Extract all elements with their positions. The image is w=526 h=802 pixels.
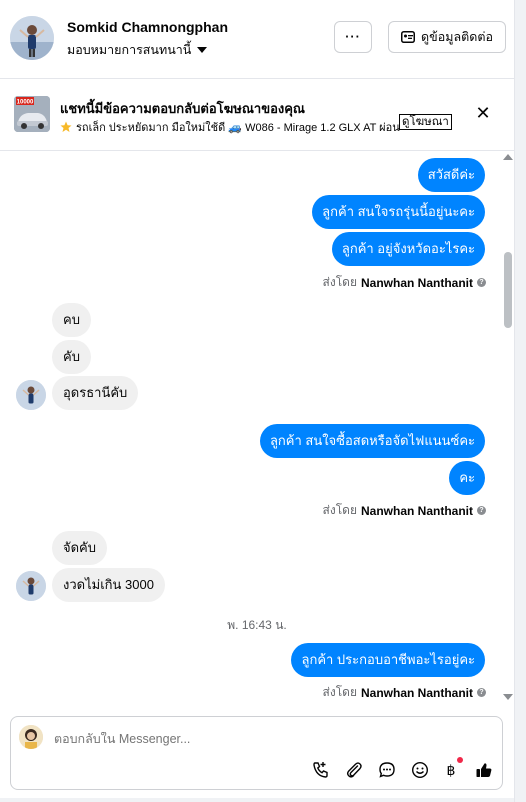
info-icon[interactable]: ? xyxy=(477,688,486,697)
star-icon xyxy=(60,121,72,132)
emoji-icon[interactable] xyxy=(410,760,430,780)
info-icon[interactable]: ? xyxy=(477,278,486,287)
view-contact-info-button[interactable]: ดูข้อมูลติดต่อ xyxy=(388,21,506,53)
right-edge-divider xyxy=(514,0,526,802)
more-options-button[interactable]: ··· xyxy=(334,21,372,53)
info-icon[interactable]: ? xyxy=(477,506,486,515)
svg-text:฿: ฿ xyxy=(447,763,456,779)
sent-by-label: ส่งโดย Nanwhan Nanthanit ? xyxy=(323,501,486,520)
incoming-message[interactable]: งวดไม่เกิน 3000 xyxy=(52,568,165,602)
caret-down-icon xyxy=(197,47,208,53)
view-contact-info-label: ดูข้อมูลติดต่อ xyxy=(421,30,493,44)
sent-by-name: Nanwhan Nanthanit xyxy=(360,503,473,518)
contact-avatar[interactable] xyxy=(10,16,54,60)
scroll-down-arrow-icon[interactable] xyxy=(503,694,513,700)
scroll-up-arrow-icon[interactable] xyxy=(503,154,513,160)
close-banner-icon[interactable]: ✕ xyxy=(474,104,492,122)
outgoing-message[interactable]: คะ xyxy=(449,461,485,495)
attach-icon[interactable] xyxy=(344,760,364,780)
sent-by-label: ส่งโดย Nanwhan Nanthanit ? xyxy=(323,683,486,702)
sent-by-prefix: ส่งโดย xyxy=(322,685,357,699)
more-icon: ··· xyxy=(345,30,361,44)
ad-banner-subtitle-row: รถเล็ก ประหยัดมาก มือใหม่ใช้ดี 🚙 W086 - … xyxy=(60,118,401,136)
outgoing-message[interactable]: ลูกค้า สนใจรถรุ่นนี้อยู่นะคะ xyxy=(312,195,485,229)
contact-avatar-small[interactable] xyxy=(16,380,46,410)
incoming-message[interactable]: คบ xyxy=(52,303,91,337)
ad-banner-title: แชทนี้มีข้อความตอบกลับต่อโฆษณาของคุณ xyxy=(60,101,305,116)
outgoing-message[interactable]: ลูกค้า อยู่จังหวัดอะไรคะ xyxy=(331,232,485,266)
message-timestamp: พ. 16:43 น. xyxy=(227,618,287,632)
page-avatar xyxy=(19,725,43,749)
sent-by-name: Nanwhan Nanthanit xyxy=(360,685,473,700)
sent-by-prefix: ส่งโดย xyxy=(322,275,357,289)
contact-name: Somkid Chamnongphan xyxy=(67,19,228,35)
incoming-message[interactable]: อุดรธานีคับ xyxy=(52,376,139,410)
reply-input[interactable] xyxy=(54,732,354,746)
view-ad-link[interactable]: ดูโฆษณา xyxy=(399,114,452,130)
incoming-message[interactable]: จัดคับ xyxy=(52,531,108,565)
ad-thumbnail[interactable]: 10000 xyxy=(14,96,50,132)
outgoing-message[interactable]: ลูกค้า สนใจซื้อสดหรือจัดไฟแนนซ์คะ xyxy=(259,424,485,458)
sent-by-prefix: ส่งโดย xyxy=(322,503,357,517)
saved-reply-icon[interactable] xyxy=(377,760,397,780)
payment-icon[interactable]: ฿ xyxy=(441,760,461,780)
assign-label: มอบหมายการสนทนานี้ xyxy=(67,43,192,57)
scroll-thumb[interactable] xyxy=(504,252,512,328)
outgoing-message[interactable]: สวัสดีค่ะ xyxy=(417,158,485,192)
incoming-message[interactable]: คับ xyxy=(52,340,91,374)
ad-thumbnail-price: 10000 xyxy=(17,100,34,106)
contact-card-icon xyxy=(401,31,416,43)
sent-by-name: Nanwhan Nanthanit xyxy=(360,275,473,290)
sent-by-label: ส่งโดย Nanwhan Nanthanit ? xyxy=(323,273,486,292)
call-icon[interactable] xyxy=(311,760,331,780)
like-icon[interactable] xyxy=(474,760,494,780)
bottom-border xyxy=(0,798,514,802)
outgoing-message[interactable]: ลูกค้า ประกอบอาชีพอะไรอยู่คะ xyxy=(291,643,485,677)
contact-avatar-small[interactable] xyxy=(16,571,46,601)
notification-dot xyxy=(457,757,463,763)
ad-banner-subtitle: รถเล็ก ประหยัดมาก มือใหม่ใช้ดี 🚙 W086 - … xyxy=(76,122,401,134)
assign-conversation-dropdown[interactable]: มอบหมายการสนทนานี้ xyxy=(67,40,208,60)
